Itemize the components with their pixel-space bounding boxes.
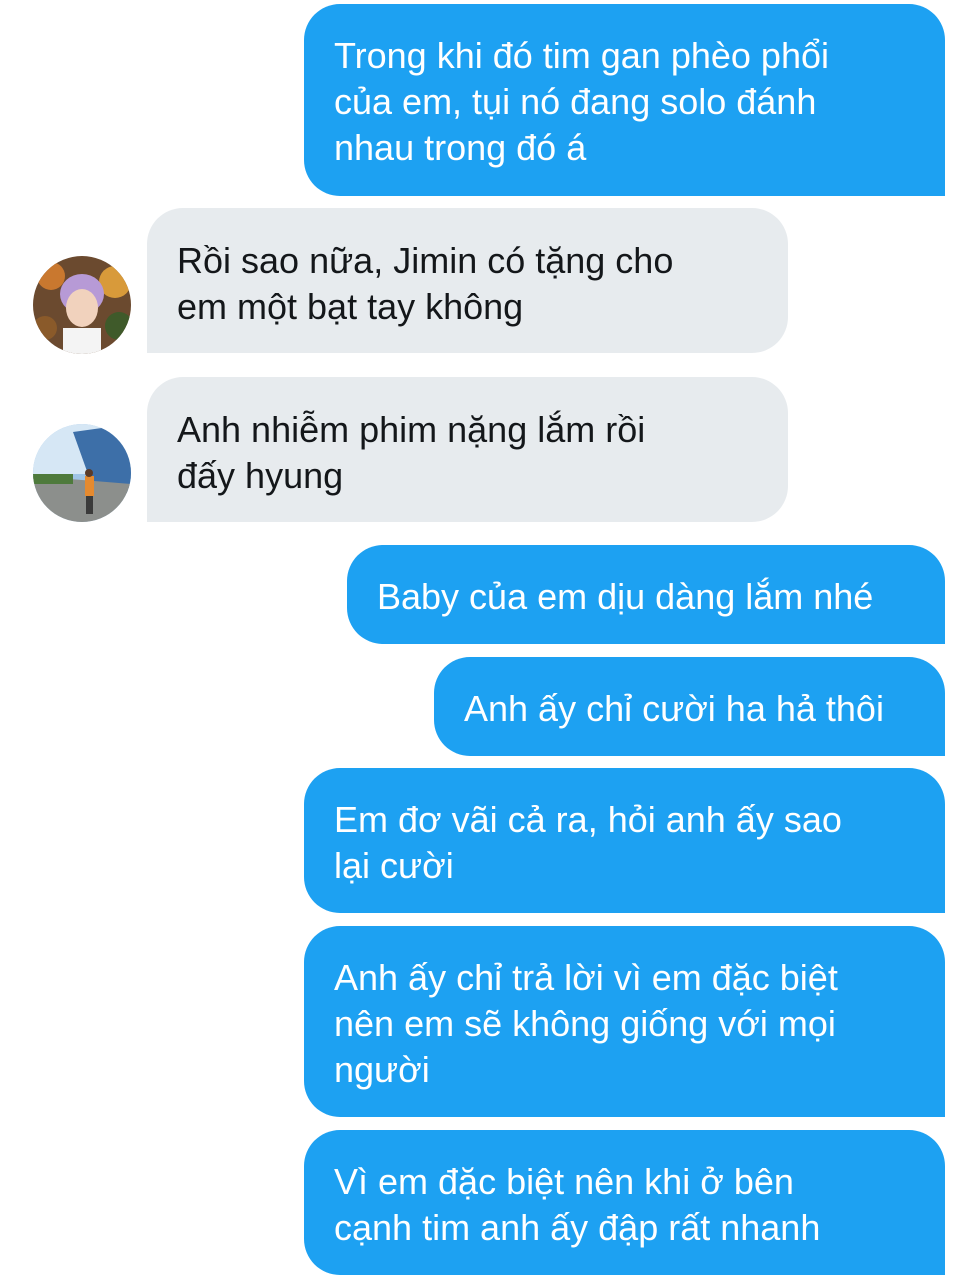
- profile-photo-2-icon: [33, 424, 131, 522]
- outgoing-message-bubble[interactable]: Trong khi đó tim gan phèo phổi của em, t…: [304, 4, 945, 196]
- incoming-message-bubble[interactable]: Rồi sao nữa, Jimin có tặng cho em một bạ…: [147, 208, 788, 353]
- outgoing-message-bubble[interactable]: Anh ấy chỉ trả lời vì em đặc biệt nên em…: [304, 926, 945, 1117]
- profile-photo-1-icon: [33, 256, 131, 354]
- incoming-message-bubble[interactable]: Anh nhiễm phim nặng lắm rồi đấy hyung: [147, 377, 788, 522]
- sender-avatar[interactable]: [33, 256, 131, 354]
- outgoing-message-bubble[interactable]: Anh ấy chỉ cười ha hả thôi: [434, 657, 945, 756]
- sender-avatar[interactable]: [33, 424, 131, 522]
- outgoing-message-bubble[interactable]: Em đơ vãi cả ra, hỏi anh ấy sao lại cười: [304, 768, 945, 913]
- outgoing-message-bubble[interactable]: Baby của em dịu dàng lắm nhé: [347, 545, 945, 644]
- conversation-thread: Trong khi đó tim gan phèo phổi của em, t…: [0, 0, 978, 1280]
- outgoing-message-bubble[interactable]: Vì em đặc biệt nên khi ở bên cạnh tim an…: [304, 1130, 945, 1275]
